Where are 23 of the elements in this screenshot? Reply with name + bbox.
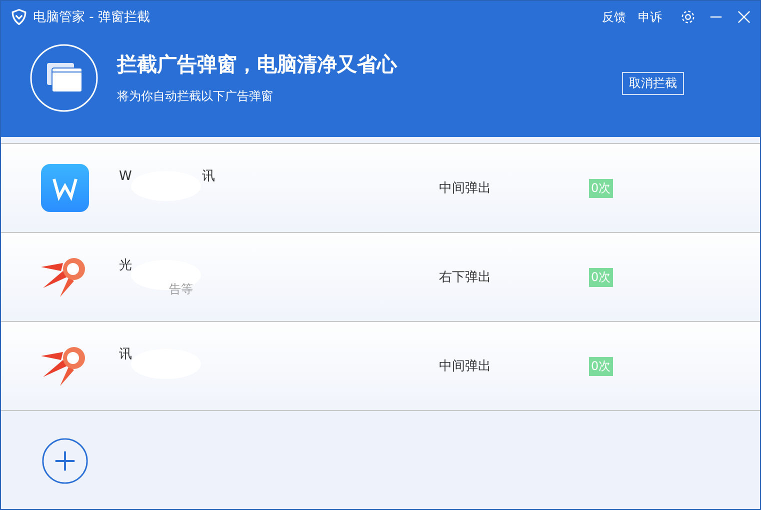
titlebar-link[interactable]: 申诉 (638, 8, 662, 26)
app-name-fragment: 讯 (119, 346, 132, 363)
w-app-icon (41, 164, 89, 212)
window-title: 电脑管家 - 弹窗拦截 (33, 9, 150, 26)
block-count-badge: 0次 (589, 268, 613, 286)
popup-position: 中间弹出 (439, 358, 492, 375)
header-title: 拦截广告弹窗，电脑清净又省心 (117, 51, 397, 78)
add-icon[interactable] (41, 437, 89, 485)
app-name-fragment: 光 (119, 257, 132, 274)
header-subtitle: 将为你自动拦截以下广告弹窗 (117, 88, 274, 105)
block-count-badge: 0次 (589, 356, 613, 376)
popup-position: 中间弹出 (439, 180, 492, 197)
app-name-fragment: 讯 (202, 168, 215, 185)
popup-windows-icon (29, 43, 99, 113)
shield-logo-icon (11, 9, 27, 25)
cancel-block-button[interactable]: 取消拦截 (622, 72, 684, 94)
titlebar-link[interactable]: 反馈 (602, 8, 626, 26)
block-count-badge: 0次 (589, 178, 613, 198)
close-icon[interactable] (736, 9, 752, 25)
description-fragment: 告等 (169, 280, 193, 298)
app-name-fragment: W (119, 168, 132, 184)
settings-icon[interactable] (680, 9, 696, 25)
popup-position: 右下弹出 (439, 269, 492, 286)
